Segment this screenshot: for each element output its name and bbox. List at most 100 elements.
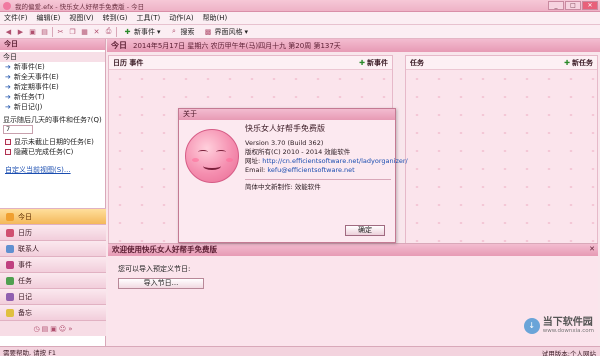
hide-completed-checkbox[interactable]: 隐藏已完成任务(C) bbox=[0, 147, 105, 157]
nav-tasks[interactable]: 任务 bbox=[0, 272, 106, 288]
menu-file[interactable]: 文件(F) bbox=[4, 13, 28, 23]
email-row: Email: kefu@efficientsoftware.net bbox=[245, 166, 391, 175]
email-label: Email: bbox=[245, 166, 266, 174]
minimize-button[interactable]: _ bbox=[548, 1, 564, 10]
menu-actions[interactable]: 动作(A) bbox=[169, 13, 193, 23]
nav-contacts[interactable]: 联系人 bbox=[0, 240, 106, 256]
close-button[interactable]: ✕ bbox=[582, 1, 598, 10]
nav-label: 今日 bbox=[18, 212, 32, 221]
menu-help[interactable]: 帮助(H) bbox=[203, 13, 228, 23]
dialog-divider bbox=[245, 179, 391, 180]
ok-button[interactable]: 确定 bbox=[345, 225, 385, 236]
clock-icon[interactable]: ◷ bbox=[34, 325, 40, 333]
menu-view[interactable]: 视图(V) bbox=[69, 13, 93, 23]
import-holidays-button[interactable]: 导入节日... bbox=[118, 278, 204, 289]
nav-journal[interactable]: 日记 bbox=[0, 288, 106, 304]
cut-icon[interactable]: ✂ bbox=[56, 27, 65, 36]
mouth-shape bbox=[203, 162, 221, 170]
nav-shortcuts: ◷ ▤ ▣ ☺ » bbox=[0, 320, 106, 336]
new-allday-event-link[interactable]: ➔ 新全天事件(E) bbox=[0, 72, 105, 82]
plus-icon: ✚ bbox=[359, 58, 365, 67]
watermark-name: 当下软件园 bbox=[542, 317, 593, 328]
delete-icon[interactable]: ✕ bbox=[92, 27, 101, 36]
search-icon: ⌕ bbox=[172, 27, 176, 35]
about-dialog: 关于 快乐女人好帮手免费版 Version 3.70 (Build 362) 版… bbox=[178, 108, 408, 243]
tasks-column-title: 任务 bbox=[410, 58, 424, 67]
new-task-header-label: 新任务 bbox=[572, 58, 593, 67]
plus-icon: ✚ bbox=[124, 27, 131, 36]
back-icon[interactable]: ◀ bbox=[4, 27, 13, 36]
link-label: 新事件(E) bbox=[13, 63, 45, 71]
search-button[interactable]: ⌕ 搜索 bbox=[167, 26, 198, 37]
search-label: 搜索 bbox=[180, 27, 195, 36]
email-link[interactable]: kefu@efficientsoftware.net bbox=[267, 166, 354, 174]
nav-today[interactable]: 今日 bbox=[0, 208, 106, 224]
blush-shape bbox=[226, 158, 233, 162]
arrow-icon: ➔ bbox=[5, 63, 11, 71]
new-event-link[interactable]: ➔ 新事件(E) bbox=[0, 62, 105, 72]
copy-icon[interactable]: ❐ bbox=[68, 27, 77, 36]
configure-icon[interactable]: » bbox=[68, 325, 72, 333]
new-event-header-label: 新事件 bbox=[367, 58, 388, 67]
window-title: 我的偏爱.efx - 快乐女人好帮手免费版 - 今日 bbox=[15, 2, 145, 11]
days-input[interactable]: 7 bbox=[3, 125, 33, 134]
toolbar: ◀ ▶ ▣ ▤ ✂ ❐ ▦ ✕ ⎙ ✚ 新事件 ▾ ⌕ 搜索 ▩ 界面风格 ▾ bbox=[0, 25, 600, 39]
toolbar-separator bbox=[52, 26, 53, 37]
new-event-label: 新事件 bbox=[134, 27, 155, 36]
website-label: 网址: bbox=[245, 157, 261, 165]
new-event-button[interactable]: ✚ 新事件 ▾ bbox=[120, 26, 164, 37]
watermark-url: www.downxia.com bbox=[542, 328, 594, 334]
website-link[interactable]: http://cn.efficientsoftware.net/ladyorga… bbox=[262, 157, 407, 165]
nav-label: 联系人 bbox=[18, 244, 39, 253]
forward-icon[interactable]: ▶ bbox=[16, 27, 25, 36]
customize-view-link[interactable]: 自定义当前视图(S)... bbox=[0, 165, 105, 175]
note-small-icon[interactable]: ▤ bbox=[42, 325, 49, 333]
ui-style-button[interactable]: ▩ 界面风格 ▾ bbox=[201, 26, 252, 37]
new-recurring-event-link[interactable]: ➔ 新定期事件(E) bbox=[0, 82, 105, 92]
maximize-button[interactable]: □ bbox=[565, 1, 581, 10]
ui-style-label: 界面风格 bbox=[214, 27, 243, 36]
nav-pane: 今日 日历 联系人 事件 任务 日记 备忘 ◷ ▤ ▣ ☺ » bbox=[0, 208, 106, 336]
arrow-icon: ➔ bbox=[5, 83, 11, 91]
nav-calendar[interactable]: 日历 bbox=[0, 224, 106, 240]
new-task-link[interactable]: ➔ 新任务(T) bbox=[0, 92, 105, 102]
checkbox-label: 显示未截止日期的任务(E) bbox=[14, 138, 94, 146]
chevron-down-icon: ▾ bbox=[157, 27, 161, 36]
nav-notes[interactable]: 备忘 bbox=[0, 304, 106, 320]
nav-label: 日历 bbox=[18, 228, 32, 237]
smiley-logo bbox=[185, 129, 239, 183]
new-task-header-button[interactable]: ✚ 新任务 bbox=[564, 58, 593, 68]
save-icon[interactable]: ▤ bbox=[40, 27, 49, 36]
welcome-title: 欢迎使用快乐女人好帮手免费版 bbox=[108, 244, 598, 256]
task-icon bbox=[6, 276, 14, 285]
tasks-header: 任务 ✚ 新任务 bbox=[406, 56, 597, 70]
app-icon bbox=[3, 1, 11, 10]
version-text: Version 3.70 (Build 362) bbox=[245, 139, 324, 147]
calendar-icon bbox=[6, 228, 14, 237]
nav-events[interactable]: 事件 bbox=[0, 256, 106, 272]
show-no-due-checkbox[interactable]: 显示未截止日期的任务(E) bbox=[0, 137, 105, 147]
blush-shape bbox=[192, 158, 199, 162]
close-icon[interactable]: ✕ bbox=[589, 245, 595, 253]
folder-small-icon[interactable]: ▣ bbox=[50, 325, 57, 333]
status-bar: 需要帮助, 请按 F1 试用版本:个人网站 bbox=[0, 346, 600, 356]
palette-icon: ▩ bbox=[204, 27, 212, 36]
print-icon[interactable]: ⎙ bbox=[104, 27, 113, 36]
plus-icon: ✚ bbox=[564, 58, 570, 67]
menu-edit[interactable]: 编辑(E) bbox=[37, 13, 61, 23]
new-journal-link[interactable]: ➔ 新日记(J) bbox=[0, 102, 105, 112]
menu-goto[interactable]: 转到(G) bbox=[103, 13, 128, 23]
contact-small-icon[interactable]: ☺ bbox=[59, 325, 66, 333]
product-name: 快乐女人好帮手免费版 bbox=[245, 124, 325, 133]
paste-icon[interactable]: ▦ bbox=[80, 27, 89, 36]
nav-label: 任务 bbox=[18, 276, 32, 285]
events-column-title: 日历 事件 bbox=[113, 58, 144, 67]
menu-tools[interactable]: 工具(T) bbox=[137, 13, 161, 23]
new-event-header-button[interactable]: ✚ 新事件 bbox=[359, 58, 388, 68]
folder-icon[interactable]: ▣ bbox=[28, 27, 37, 36]
link-label: 新全天事件(E) bbox=[13, 73, 59, 81]
chevron-down-icon: ▾ bbox=[244, 27, 249, 36]
journal-icon bbox=[6, 292, 14, 301]
welcome-text: 您可以导入预定义节日: bbox=[118, 265, 191, 273]
sun-icon bbox=[6, 212, 14, 221]
